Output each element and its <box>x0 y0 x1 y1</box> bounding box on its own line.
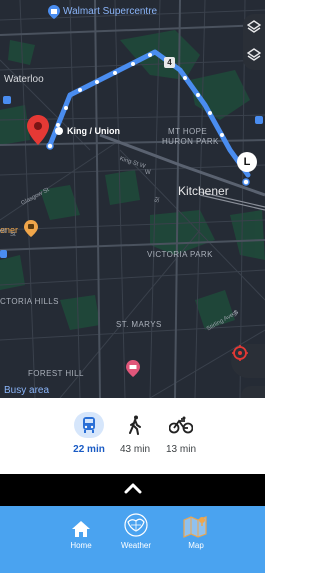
map-canvas <box>0 0 265 398</box>
nav-home[interactable]: Home <box>51 514 111 550</box>
street-w-label: W <box>145 170 151 176</box>
highway-shield: 4 <box>164 57 175 68</box>
nav-map-label: Map <box>188 541 204 550</box>
city-kitchener-label: Kitchener <box>178 184 229 198</box>
area-forest-hill-label: FOREST HILL <box>28 369 84 378</box>
mode-transit-time: 22 min <box>73 444 105 455</box>
mode-bike-time: 13 min <box>165 444 196 455</box>
walk-icon <box>120 412 150 438</box>
transit-stop-icon[interactable] <box>3 96 11 104</box>
mode-bike[interactable]: 13 min <box>156 412 206 455</box>
street-st-left-label: St <box>10 232 16 238</box>
area-waterloo-label: Waterloo <box>4 74 44 85</box>
map-icon <box>166 514 226 538</box>
locate-button[interactable] <box>231 344 265 378</box>
expand-sheet-button[interactable] <box>0 474 265 506</box>
mode-walk-time: 43 min <box>119 444 150 455</box>
area-mt-hope-label: MT HOPE <box>168 127 208 136</box>
home-icon <box>51 514 111 538</box>
chevron-up-icon <box>124 481 142 499</box>
layers-control[interactable] <box>243 14 265 70</box>
weather-icon <box>106 513 166 538</box>
map-view[interactable]: Walmart Supercentre Waterloo King / Unio… <box>0 0 265 398</box>
poi-walmart-label[interactable]: Walmart Supercentre <box>63 6 157 17</box>
mode-walk[interactable]: 43 min <box>110 412 160 455</box>
nav-weather[interactable]: Weather <box>106 513 166 550</box>
travel-mode-panel: 22 min 43 min 13 min <box>0 398 265 474</box>
origin-label: King / Union <box>67 126 120 136</box>
transit-stop-icon-3[interactable] <box>255 116 263 124</box>
destination-marker[interactable]: L <box>237 152 257 172</box>
map-control-partial[interactable] <box>241 386 265 398</box>
transit-stop-icon-2[interactable] <box>0 250 7 258</box>
bike-icon <box>166 412 196 438</box>
nav-map[interactable]: Map <box>166 514 226 550</box>
bottom-navigation: Home Weather Map <box>0 506 265 573</box>
area-st-marys-label: ST. MARYS <box>116 320 162 329</box>
bus-icon <box>74 412 104 438</box>
street-st-mid-label: St <box>154 196 162 204</box>
busy-area-label: Busy area <box>4 385 50 396</box>
nav-home-label: Home <box>70 541 92 550</box>
mode-transit[interactable]: 22 min <box>64 412 114 455</box>
area-victoria-park-label: VICTORIA PARK <box>147 250 213 259</box>
nav-weather-label: Weather <box>120 541 152 550</box>
area-huron-park-label: HURON PARK <box>162 137 219 146</box>
area-victoria-hills-label: CTORIA HILLS <box>0 297 59 306</box>
